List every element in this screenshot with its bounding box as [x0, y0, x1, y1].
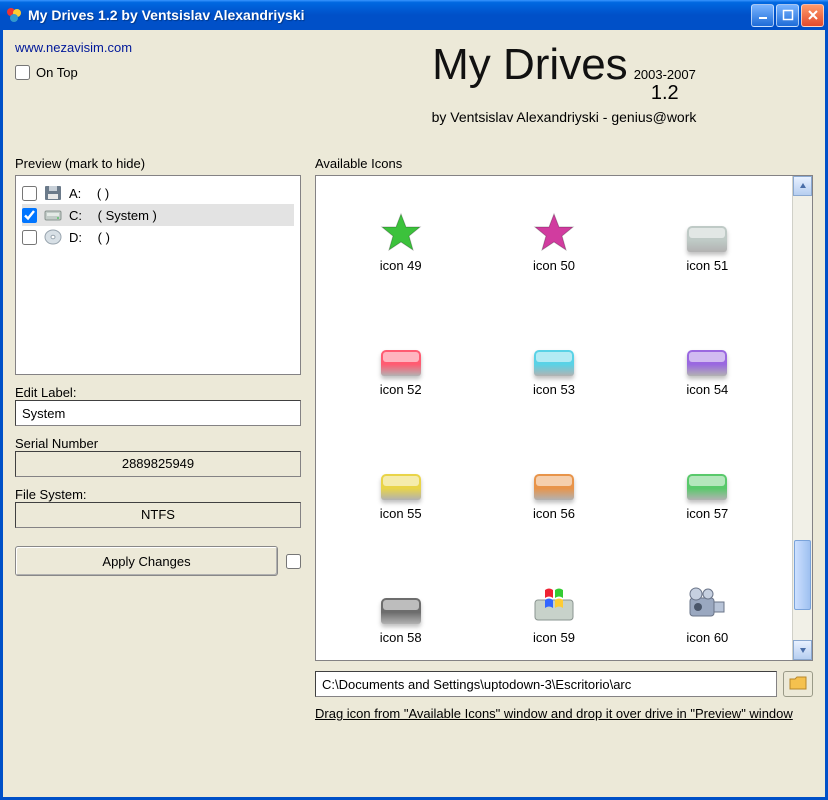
apply-button[interactable]: Apply Changes — [15, 546, 278, 576]
icon-label: icon 53 — [533, 382, 575, 397]
close-button[interactable] — [801, 4, 824, 27]
window-title: My Drives 1.2 by Ventsislav Alexandriysk… — [28, 7, 751, 23]
drive-icon — [43, 228, 63, 246]
icon-item[interactable]: icon 52 — [326, 306, 475, 426]
apply-checkbox[interactable] — [286, 554, 301, 569]
icon-item[interactable]: icon 59 — [479, 554, 628, 660]
icon-item[interactable]: icon 50 — [479, 182, 628, 302]
icon-item[interactable]: icon 56 — [479, 430, 628, 550]
drive-row[interactable]: D: ( ) — [22, 226, 294, 248]
drive-icon — [43, 206, 63, 224]
logo-area: My Drives 2003-2007 1.2 by Ventsislav Al… — [315, 40, 813, 130]
website-link[interactable]: www.nezavisim.com — [15, 40, 315, 55]
filesystem-label: File System: — [15, 487, 301, 502]
icon-item[interactable]: icon 55 — [326, 430, 475, 550]
drive-row[interactable]: C: ( System ) — [22, 204, 294, 226]
icon-label: icon 55 — [380, 506, 422, 521]
edit-label-input[interactable] — [15, 400, 301, 426]
scrollbar[interactable] — [792, 176, 812, 660]
client-area: www.nezavisim.com On Top My Drives 2003-… — [0, 30, 828, 800]
scroll-up-button[interactable] — [793, 176, 812, 196]
available-icons-label: Available Icons — [315, 156, 813, 171]
icon-item[interactable]: icon 58 — [326, 554, 475, 660]
icon-item[interactable]: icon 57 — [633, 430, 782, 550]
icon-graphic — [683, 212, 731, 252]
scroll-down-button[interactable] — [793, 640, 812, 660]
icon-item[interactable]: icon 60 — [633, 554, 782, 660]
logo-years: 2003-2007 — [634, 67, 696, 82]
icon-item[interactable]: icon 54 — [633, 306, 782, 426]
icons-grid[interactable]: icon 49 icon 50 icon 51 icon 52 icon 53 icon … — [316, 176, 792, 660]
icon-item[interactable]: icon 51 — [633, 182, 782, 302]
icon-graphic — [530, 460, 578, 500]
icon-label: icon 56 — [533, 506, 575, 521]
maximize-button[interactable] — [776, 4, 799, 27]
filesystem-value: NTFS — [15, 502, 301, 528]
icon-graphic — [377, 584, 425, 624]
app-icon — [6, 7, 22, 23]
path-input[interactable] — [315, 671, 777, 697]
edit-label-label: Edit Label: — [15, 385, 301, 400]
icon-graphic — [683, 336, 731, 376]
icon-graphic — [377, 460, 425, 500]
drive-letter: A: — [69, 186, 81, 201]
logo-name: My Drives — [432, 40, 628, 90]
preview-label: Preview (mark to hide) — [15, 156, 301, 171]
icon-label: icon 60 — [686, 630, 728, 645]
icon-item[interactable]: icon 49 — [326, 182, 475, 302]
on-top-label: On Top — [36, 65, 78, 80]
drive-label: ( ) — [97, 186, 109, 201]
icon-label: icon 49 — [380, 258, 422, 273]
drive-hide-checkbox[interactable] — [22, 230, 37, 245]
drive-label: ( ) — [98, 230, 110, 245]
icon-item[interactable]: icon 53 — [479, 306, 628, 426]
logo-version: 1.2 — [634, 82, 696, 105]
icon-graphic — [683, 460, 731, 500]
drive-icon — [43, 184, 63, 202]
drive-letter: C: — [69, 208, 82, 223]
browse-button[interactable] — [783, 671, 813, 697]
drive-letter: D: — [69, 230, 82, 245]
drive-row[interactable]: A: ( ) — [22, 182, 294, 204]
icon-label: icon 59 — [533, 630, 575, 645]
on-top-checkbox[interactable] — [15, 65, 30, 80]
icon-graphic — [377, 212, 425, 252]
icon-graphic — [530, 336, 578, 376]
drive-label: ( System ) — [98, 208, 157, 223]
minimize-button[interactable] — [751, 4, 774, 27]
icon-label: icon 57 — [686, 506, 728, 521]
icons-box: icon 49 icon 50 icon 51 icon 52 icon 53 icon … — [315, 175, 813, 661]
hint-text: Drag icon from "Available Icons" window … — [315, 705, 813, 723]
icon-label: icon 50 — [533, 258, 575, 273]
scroll-thumb[interactable] — [794, 540, 811, 610]
icon-graphic — [530, 584, 578, 624]
preview-list[interactable]: A: ( )C: ( System )D: ( ) — [15, 175, 301, 375]
scroll-track[interactable] — [793, 196, 812, 640]
icon-graphic — [683, 584, 731, 624]
titlebar: My Drives 1.2 by Ventsislav Alexandriysk… — [0, 0, 828, 30]
logo-author: by Ventsislav Alexandriyski - genius@wor… — [315, 109, 813, 125]
serial-value: 2889825949 — [15, 451, 301, 477]
icon-label: icon 58 — [380, 630, 422, 645]
icon-label: icon 52 — [380, 382, 422, 397]
serial-label: Serial Number — [15, 436, 301, 451]
drive-hide-checkbox[interactable] — [22, 186, 37, 201]
icon-label: icon 51 — [686, 258, 728, 273]
icon-graphic — [377, 336, 425, 376]
icon-graphic — [530, 212, 578, 252]
icon-label: icon 54 — [686, 382, 728, 397]
drive-hide-checkbox[interactable] — [22, 208, 37, 223]
folder-icon — [789, 676, 807, 693]
